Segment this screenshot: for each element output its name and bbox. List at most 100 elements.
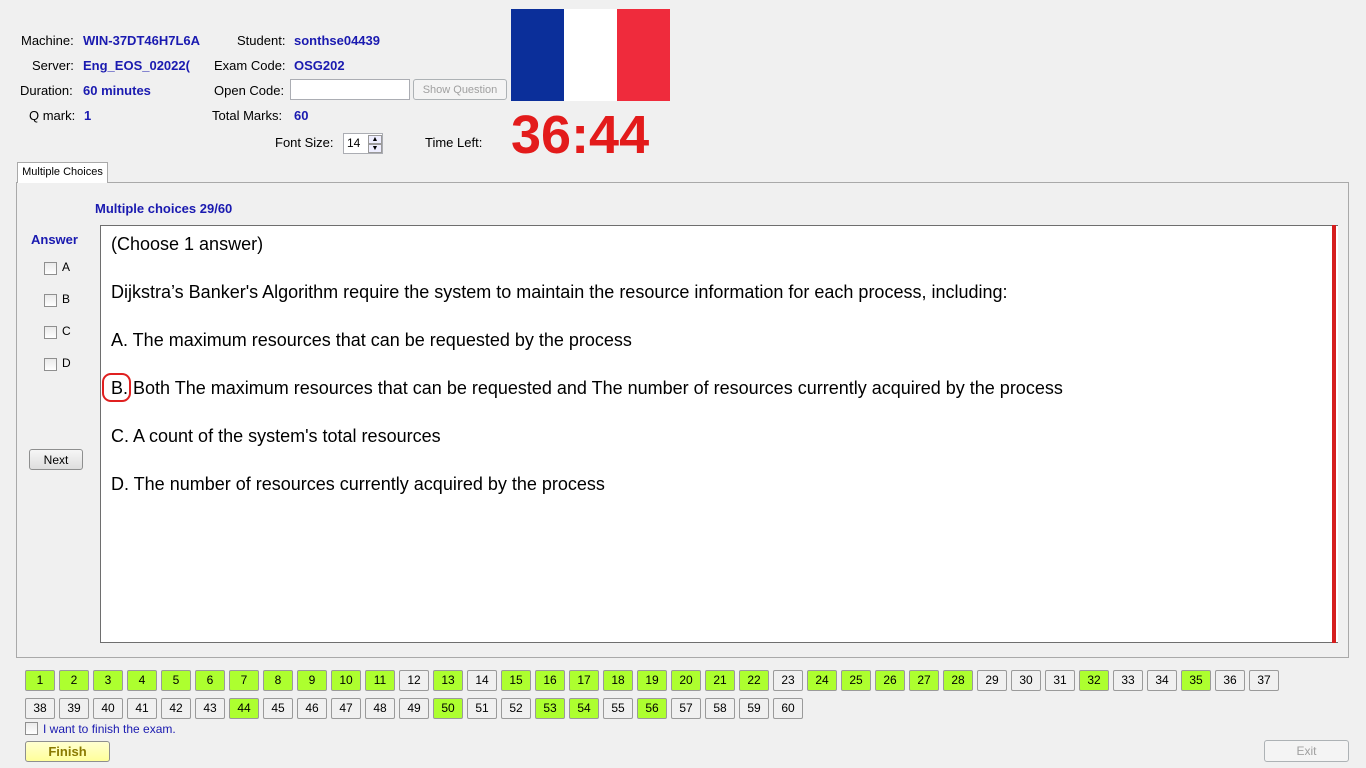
choice-b-text: B. Both The maximum resources that can b… [111,378,1063,398]
question-nav-button[interactable]: 23 [773,670,803,691]
question-nav-button[interactable]: 52 [501,698,531,719]
question-nav-button[interactable]: 29 [977,670,1007,691]
question-nav-button[interactable]: 21 [705,670,735,691]
qmark-value: 1 [84,108,92,123]
answer-option-a-label: A [62,260,71,274]
question-nav-button[interactable]: 60 [773,698,803,719]
question-nav-button[interactable]: 4 [127,670,157,691]
question-nav-button[interactable]: 42 [161,698,191,719]
server-label: Server: [32,58,74,73]
question-nav-button[interactable]: 10 [331,670,361,691]
question-nav-button[interactable]: 50 [433,698,463,719]
question-nav-button[interactable]: 34 [1147,670,1177,691]
answer-title: Answer [31,232,78,247]
question-nav-button[interactable]: 20 [671,670,701,691]
question-nav-button[interactable]: 41 [127,698,157,719]
question-nav-button[interactable]: 43 [195,698,225,719]
question-nav-button[interactable]: 19 [637,670,667,691]
open-code-label: Open Code: [214,83,285,98]
font-size-stepper[interactable]: 14 ▲ ▼ [343,133,383,154]
question-nav-button[interactable]: 25 [841,670,871,691]
question-nav-button[interactable]: 16 [535,670,565,691]
question-nav-button[interactable]: 6 [195,670,225,691]
question-nav-button[interactable]: 13 [433,670,463,691]
question-nav-button[interactable]: 9 [297,670,327,691]
choice-a-text: A. The maximum resources that can be req… [111,330,632,350]
student-label: Student: [237,33,286,48]
question-nav-button[interactable]: 35 [1181,670,1211,691]
question-nav-button[interactable]: 26 [875,670,905,691]
question-nav-button[interactable]: 39 [59,698,89,719]
question-nav-button[interactable]: 15 [501,670,531,691]
exam-code-value: OSG202 [294,58,345,73]
flag-stripe-white [564,9,617,101]
question-nav-button[interactable]: 22 [739,670,769,691]
question-nav-button[interactable]: 48 [365,698,395,719]
question-nav-button[interactable]: 11 [365,670,395,691]
question-nav-button[interactable]: 2 [59,670,89,691]
question-nav-button[interactable]: 46 [297,698,327,719]
question-nav-button[interactable]: 38 [25,698,55,719]
question-nav-button[interactable]: 49 [399,698,429,719]
server-value: Eng_EOS_02022( [83,58,190,73]
tab-multiple-choices[interactable]: Multiple Choices [17,162,108,183]
choice-d-text: D. The number of resources currently acq… [111,474,605,494]
stepper-down-icon[interactable]: ▼ [368,144,382,153]
finish-exam-checkbox-label: I want to finish the exam. [43,722,176,736]
font-size-label: Font Size: [275,135,334,150]
finish-button[interactable]: Finish [25,741,110,762]
question-nav-button[interactable]: 53 [535,698,565,719]
question-nav-button[interactable]: 36 [1215,670,1245,691]
finish-exam-checkbox[interactable] [25,722,38,735]
question-nav-button[interactable]: 5 [161,670,191,691]
question-nav-button[interactable]: 58 [705,698,735,719]
stepper-up-icon[interactable]: ▲ [368,135,382,144]
question-nav-button[interactable]: 30 [1011,670,1041,691]
question-nav-button[interactable]: 1 [25,670,55,691]
exit-button[interactable]: Exit [1264,740,1349,762]
question-nav-button[interactable]: 27 [909,670,939,691]
question-nav-button[interactable]: 33 [1113,670,1143,691]
answer-checkbox-d[interactable] [44,358,57,371]
question-nav-button[interactable]: 44 [229,698,259,719]
question-content: (Choose 1 answer) Dijkstra’s Banker's Al… [100,225,1338,643]
answer-option-b-label: B [62,292,71,306]
content-scroll-indicator [1332,225,1336,643]
question-progress: Multiple choices 29/60 [95,201,233,216]
answer-checkbox-b[interactable] [44,294,57,307]
countdown-timer: 36:44 [511,105,650,165]
question-nav-button[interactable]: 12 [399,670,429,691]
question-nav-button[interactable]: 40 [93,698,123,719]
answer-checkbox-c[interactable] [44,326,57,339]
question-nav-button[interactable]: 47 [331,698,361,719]
question-nav-button[interactable]: 18 [603,670,633,691]
answer-checkbox-a[interactable] [44,262,57,275]
question-nav-button[interactable]: 31 [1045,670,1075,691]
question-nav-button[interactable]: 59 [739,698,769,719]
font-size-value: 14 [347,136,361,150]
question-nav-button[interactable]: 28 [943,670,973,691]
question-nav-button[interactable]: 54 [569,698,599,719]
question-nav-button[interactable]: 45 [263,698,293,719]
question-nav-button[interactable]: 37 [1249,670,1279,691]
question-nav-button[interactable]: 14 [467,670,497,691]
machine-value: WIN-37DT46H7L6A [83,33,201,48]
total-marks-label: Total Marks: [212,108,283,123]
question-nav-button[interactable]: 24 [807,670,837,691]
question-nav-button[interactable]: 51 [467,698,497,719]
question-nav-button[interactable]: 3 [93,670,123,691]
total-marks-value: 60 [294,108,309,123]
next-button[interactable]: Next [29,449,83,470]
question-nav-button[interactable]: 7 [229,670,259,691]
open-code-input[interactable] [290,79,410,100]
question-stem: Dijkstra’s Banker's Algorithm require th… [111,282,1008,302]
show-question-button[interactable]: Show Question [413,79,507,100]
question-nav-button[interactable]: 17 [569,670,599,691]
duration-value: 60 minutes [83,83,151,98]
question-nav-button[interactable]: 55 [603,698,633,719]
question-nav-button[interactable]: 8 [263,670,293,691]
question-nav-button[interactable]: 57 [671,698,701,719]
student-value: sonthse04439 [294,33,380,48]
question-nav-button[interactable]: 32 [1079,670,1109,691]
question-nav-button[interactable]: 56 [637,698,667,719]
